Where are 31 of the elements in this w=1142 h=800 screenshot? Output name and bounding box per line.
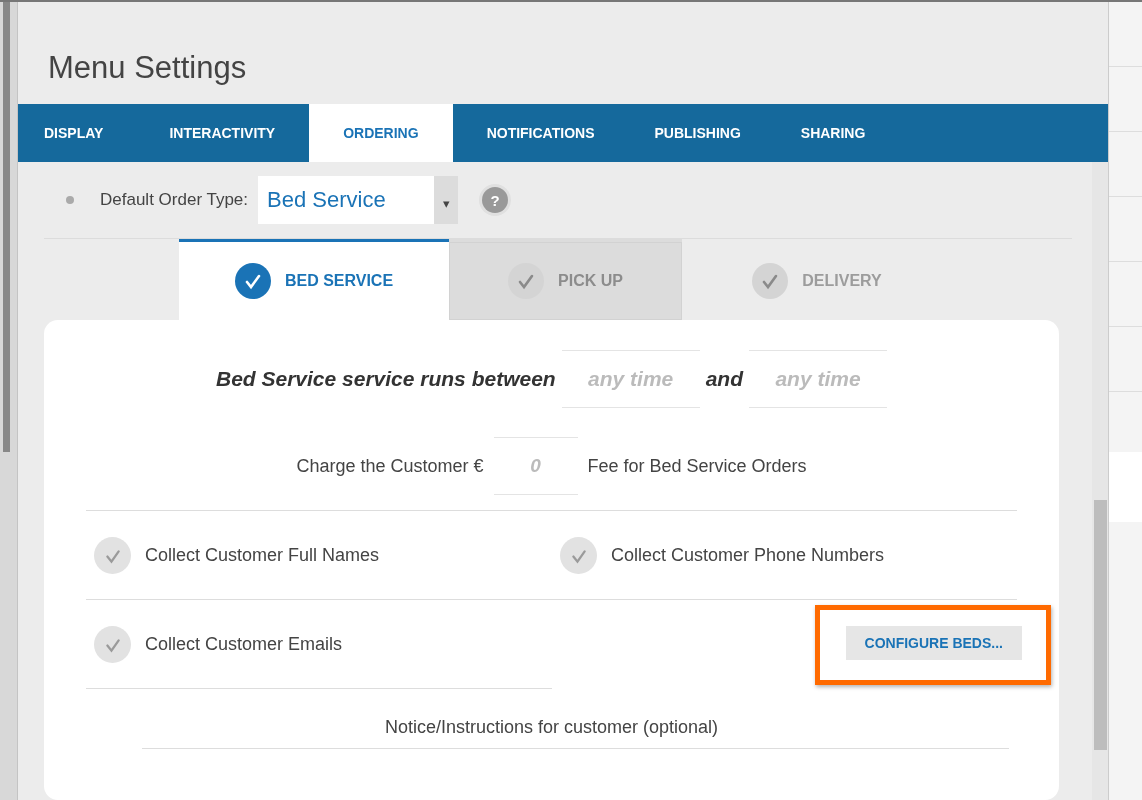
configure-beds-button[interactable]: CONFIGURE BEDS...: [845, 625, 1022, 660]
tab[interactable]: INTERACTIVITY: [143, 104, 302, 162]
check-circle-icon: [508, 263, 545, 299]
checkbox[interactable]: [560, 536, 597, 574]
tab[interactable]: PUBLISHING: [628, 104, 767, 162]
tab[interactable]: NOTIFICATIONS: [460, 104, 621, 162]
schedule-label: Bed Service service runs between: [216, 367, 556, 391]
fee-label: Charge the Customer €: [296, 455, 484, 477]
tab[interactable]: SHARING: [774, 104, 892, 162]
check-circle-icon: [752, 263, 789, 299]
window-title: Menu Settings: [47, 49, 248, 87]
option-label: Collect Customer Phone Numbers: [611, 544, 885, 566]
notice-label: Notice/Instructions for customer (optional): [383, 717, 720, 738]
start-time-field[interactable]: any time: [561, 350, 700, 408]
tab[interactable]: DISPLAY: [18, 104, 130, 162]
order-type-tab[interactable]: BED SERVICE: [179, 239, 449, 320]
checkbox[interactable]: [94, 625, 131, 663]
bullet-icon: [66, 196, 74, 204]
order-type-dropdown[interactable]: Bed Service ▾: [258, 176, 459, 224]
option-label: Collect Customer Emails: [145, 633, 343, 655]
option-label: Collect Customer Full Names: [145, 544, 380, 566]
field-label: Default Order Type:: [100, 190, 249, 210]
end-time-field[interactable]: any time: [749, 350, 887, 408]
fee-suffix: Fee for Bed Service Orders: [587, 455, 807, 477]
checkbox[interactable]: [94, 536, 131, 574]
tab[interactable]: ORDERING: [309, 104, 453, 162]
scrollbar-thumb[interactable]: [1094, 500, 1107, 750]
scrollbar-thumb[interactable]: [3, 2, 10, 452]
fee-field[interactable]: 0: [493, 437, 578, 495]
schedule-joiner: and: [705, 367, 743, 391]
check-circle-icon: [234, 263, 271, 299]
